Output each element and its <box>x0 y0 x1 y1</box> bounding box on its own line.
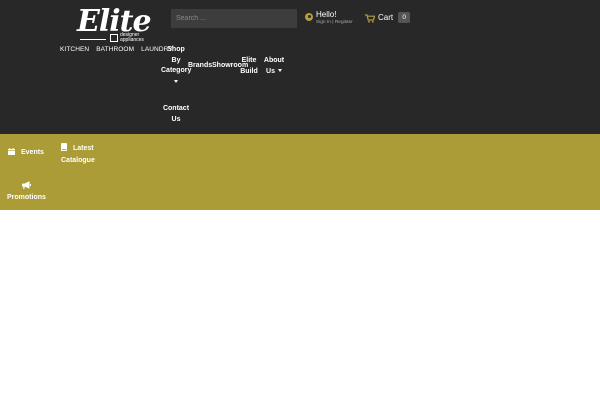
logo-tagline: designer appliances <box>120 32 144 43</box>
caret-down-icon <box>277 69 282 73</box>
cart-icon <box>365 13 375 23</box>
subnav-events-label: Events <box>21 149 44 156</box>
subnav-latest-catalogue[interactable]: Latest Catalogue <box>61 143 95 166</box>
subnav-promotions[interactable]: Promotions <box>7 181 46 203</box>
nav-contact-us[interactable]: Contact Us <box>162 104 190 125</box>
caret-down-icon <box>174 79 178 83</box>
cart-button[interactable]: Cart 0 <box>365 12 411 23</box>
main-content-area <box>0 210 600 400</box>
site-header: Elite designer appliances KITCHEN BATHRO… <box>0 0 600 134</box>
nav-elite-build[interactable]: Elite Build <box>240 56 258 77</box>
logo-categories: KITCHEN BATHROOM LAUNDRY <box>60 46 173 53</box>
nav-contact-label-1: Contact <box>162 105 190 112</box>
nav-about-label-1: About <box>263 57 285 64</box>
cart-count-badge: 0 <box>398 12 411 23</box>
nav-elite-label-2: Build <box>240 67 258 75</box>
nav-contact-label-2: Us <box>171 115 181 123</box>
nav-shop-label-3: Category <box>161 67 192 74</box>
subnav-catalogue-label-1: Latest <box>73 145 94 152</box>
subnav-catalogue-label-2: Catalogue <box>61 156 95 164</box>
nav-elite-label-1: Elite <box>241 57 257 64</box>
nav-brands[interactable]: Brands <box>188 61 212 72</box>
search-input[interactable] <box>171 9 297 28</box>
megaphone-icon <box>7 181 46 193</box>
signin-register-link[interactable]: Sign In | Register <box>316 20 353 25</box>
cart-label: Cart <box>378 13 394 22</box>
site-logo[interactable]: Elite designer appliances <box>70 4 160 44</box>
nav-shop-label-1: Shop <box>167 46 185 53</box>
nav-about-label-2: Us <box>266 67 275 75</box>
nav-shop-label-2: By <box>171 56 181 64</box>
logo-category-bathroom: BATHROOM <box>96 46 135 53</box>
logo-mark-icon <box>110 34 118 42</box>
logo-divider <box>80 39 106 40</box>
logo-category-kitchen: KITCHEN <box>60 46 90 53</box>
subnav-events[interactable]: Events <box>8 148 44 157</box>
nav-about-us[interactable]: About Us <box>262 56 286 77</box>
book-icon <box>61 143 67 156</box>
calendar-icon <box>8 148 15 157</box>
subnav-promotions-label: Promotions <box>7 194 46 201</box>
nav-shop-by-category[interactable]: Shop By Category <box>161 45 191 83</box>
user-icon <box>305 13 313 21</box>
account-greeting: Hello! <box>316 10 337 19</box>
